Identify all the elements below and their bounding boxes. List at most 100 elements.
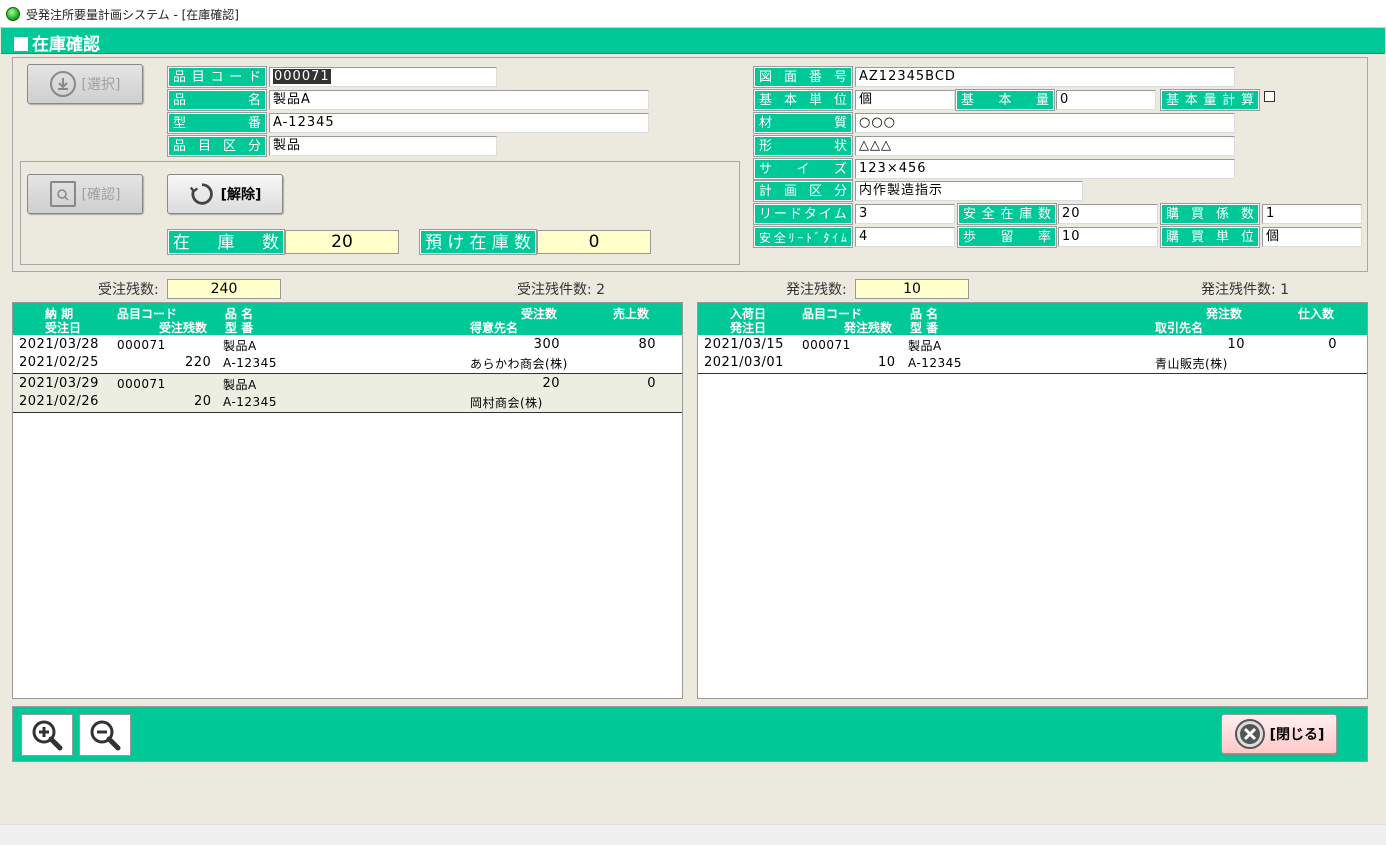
table-row[interactable]: 2021/03/28 000071 製品A 300 80 2021/02/25 … <box>13 335 682 374</box>
table-row[interactable]: 2021/03/15 000071 製品A 10 0 2021/03/01 10… <box>698 335 1367 374</box>
unit-label: 基本単位 <box>754 90 852 110</box>
basic-qty-field[interactable]: 0 <box>1056 90 1156 110</box>
cell-qty: 10 <box>1227 337 1245 352</box>
stock-label: 在庫数 <box>168 230 284 254</box>
header-supplier: 取引先名 <box>1155 321 1204 335</box>
confirm-button[interactable]: [確認] <box>27 174 143 214</box>
zoom-in-button[interactable] <box>21 714 73 756</box>
item-code-field[interactable]: 000071 <box>269 67 497 87</box>
basic-calc-checkbox[interactable] <box>1264 91 1275 102</box>
table-row[interactable]: 2021/03/29 000071 製品A 20 0 2021/02/26 20… <box>13 374 682 413</box>
item-name-field[interactable]: 製品A <box>269 90 649 110</box>
yield-field[interactable]: 10 <box>1058 227 1158 247</box>
cell-name: 製品A <box>223 339 257 353</box>
bottom-toolbar <box>12 706 1368 762</box>
zoom-out-icon <box>90 720 121 751</box>
status-bar <box>0 824 1386 845</box>
cell-qty: 300 <box>533 337 560 352</box>
cell-received: 0 <box>1328 337 1337 352</box>
cell-model: A-12345 <box>908 356 962 370</box>
window-title: 受発注所要量計画システム - [在庫確認] <box>26 8 239 22</box>
purchase-remaining-value: 10 <box>855 279 969 299</box>
model-label: 型番 <box>168 113 266 133</box>
header-order-date: 発注日 <box>730 321 767 335</box>
material-field[interactable]: ○○○ <box>855 113 1235 133</box>
header-qty: 受注数 <box>521 307 558 321</box>
release-button-label: [解除] <box>220 187 262 203</box>
download-icon <box>49 71 76 97</box>
header-received: 仕入数 <box>1298 307 1335 321</box>
square-icon <box>14 37 28 51</box>
stock-value: 20 <box>285 230 399 254</box>
plan-field[interactable]: 内作製造指示 <box>855 181 1083 201</box>
cell-due: 2021/03/28 <box>19 337 99 352</box>
header-model: 型 番 <box>910 321 939 335</box>
category-label: 品目区分 <box>168 136 266 156</box>
search-window-icon <box>49 181 76 207</box>
select-button[interactable]: [選択] <box>27 64 143 104</box>
select-button-label: [選択] <box>81 77 121 93</box>
page-title-text: 在庫確認 <box>32 35 100 55</box>
cell-order-date: 2021/02/25 <box>19 355 99 370</box>
plan-label: 計画区分 <box>754 181 852 201</box>
purchase-factor-field[interactable]: 1 <box>1262 204 1362 224</box>
purchase-unit-field[interactable]: 個 <box>1262 227 1362 247</box>
shape-field[interactable]: △△△ <box>855 136 1235 156</box>
basic-qty-label: 基本量 <box>956 90 1054 110</box>
cell-name: 製品A <box>223 378 257 392</box>
cell-sales: 80 <box>638 337 656 352</box>
purchase-remaining-label: 発注残数: <box>786 282 847 298</box>
header-remain: 発注残数 <box>844 321 893 335</box>
safety-lead-field[interactable]: 4 <box>855 227 955 247</box>
zoom-out-button[interactable] <box>79 714 131 756</box>
header-order-date: 受注日 <box>45 321 82 335</box>
unit-field[interactable]: 個 <box>855 90 955 110</box>
shape-label: 形状 <box>754 136 852 156</box>
purchase-count-value: 1 <box>1280 282 1290 298</box>
cell-code: 000071 <box>802 338 851 352</box>
cell-remain: 220 <box>185 355 212 370</box>
cell-order-date: 2021/03/01 <box>704 355 784 370</box>
size-field[interactable]: 123×456 <box>855 159 1235 179</box>
close-button-label: [閉じる] <box>1269 727 1325 743</box>
banner <box>1 28 1385 54</box>
close-icon <box>1234 719 1265 749</box>
safety-stock-label: 安全在庫数 <box>958 204 1056 224</box>
order-remaining-label: 受注残数: <box>98 282 159 298</box>
cell-supplier: 青山販売(株) <box>1155 357 1228 371</box>
purchase-factor-label: 購買係数 <box>1161 204 1259 224</box>
cell-code: 000071 <box>117 377 166 391</box>
header-sales: 売上数 <box>613 307 650 321</box>
material-label: 材質 <box>754 113 852 133</box>
purchase-grid[interactable]: 入荷日 発注日 品目コード 発注残数 品 名 型 番 発注数 取引先名 仕入数 … <box>697 302 1368 699</box>
purchase-count-label: 発注残件数: 1 <box>1201 282 1290 298</box>
header-customer: 得意先名 <box>470 321 519 335</box>
category-field[interactable]: 製品 <box>269 136 497 156</box>
drawing-label: 図面番号 <box>754 67 852 87</box>
cell-model: A-12345 <box>223 356 277 370</box>
drawing-field[interactable]: AZ12345BCD <box>855 67 1235 87</box>
safety-lead-label: 安全ﾘｰﾄﾞﾀｲﾑ <box>754 227 852 247</box>
cell-remain: 10 <box>878 355 896 370</box>
item-name-label: 品名 <box>168 90 266 110</box>
cell-model: A-12345 <box>223 395 277 409</box>
lead-time-field[interactable]: 3 <box>855 204 955 224</box>
basic-calc-label: 基本量計算 <box>1161 90 1259 110</box>
release-button[interactable]: [解除] <box>167 174 283 214</box>
cell-customer: 岡村商会(株) <box>470 396 543 410</box>
order-grid[interactable]: 納 期 受注日 品目コード 受注残数 品 名 型 番 受注数 得意先名 売上数 … <box>12 302 683 699</box>
model-field[interactable]: A-12345 <box>269 113 649 133</box>
cell-sales: 0 <box>647 376 656 391</box>
size-label: サイズ <box>754 159 852 179</box>
order-count-label: 受注残件数: 2 <box>517 282 606 298</box>
close-button[interactable]: [閉じる] <box>1221 714 1337 754</box>
deposit-stock-value: 0 <box>537 230 651 254</box>
cell-customer: あらかわ商会(株) <box>470 357 568 371</box>
safety-stock-field[interactable]: 20 <box>1058 204 1158 224</box>
cell-code: 000071 <box>117 338 166 352</box>
cell-arrival: 2021/03/15 <box>704 337 784 352</box>
cell-due: 2021/03/29 <box>19 376 99 391</box>
item-code-label: 品目コード <box>168 67 266 87</box>
order-count-value: 2 <box>596 282 606 298</box>
header-remain: 受注残数 <box>159 321 208 335</box>
